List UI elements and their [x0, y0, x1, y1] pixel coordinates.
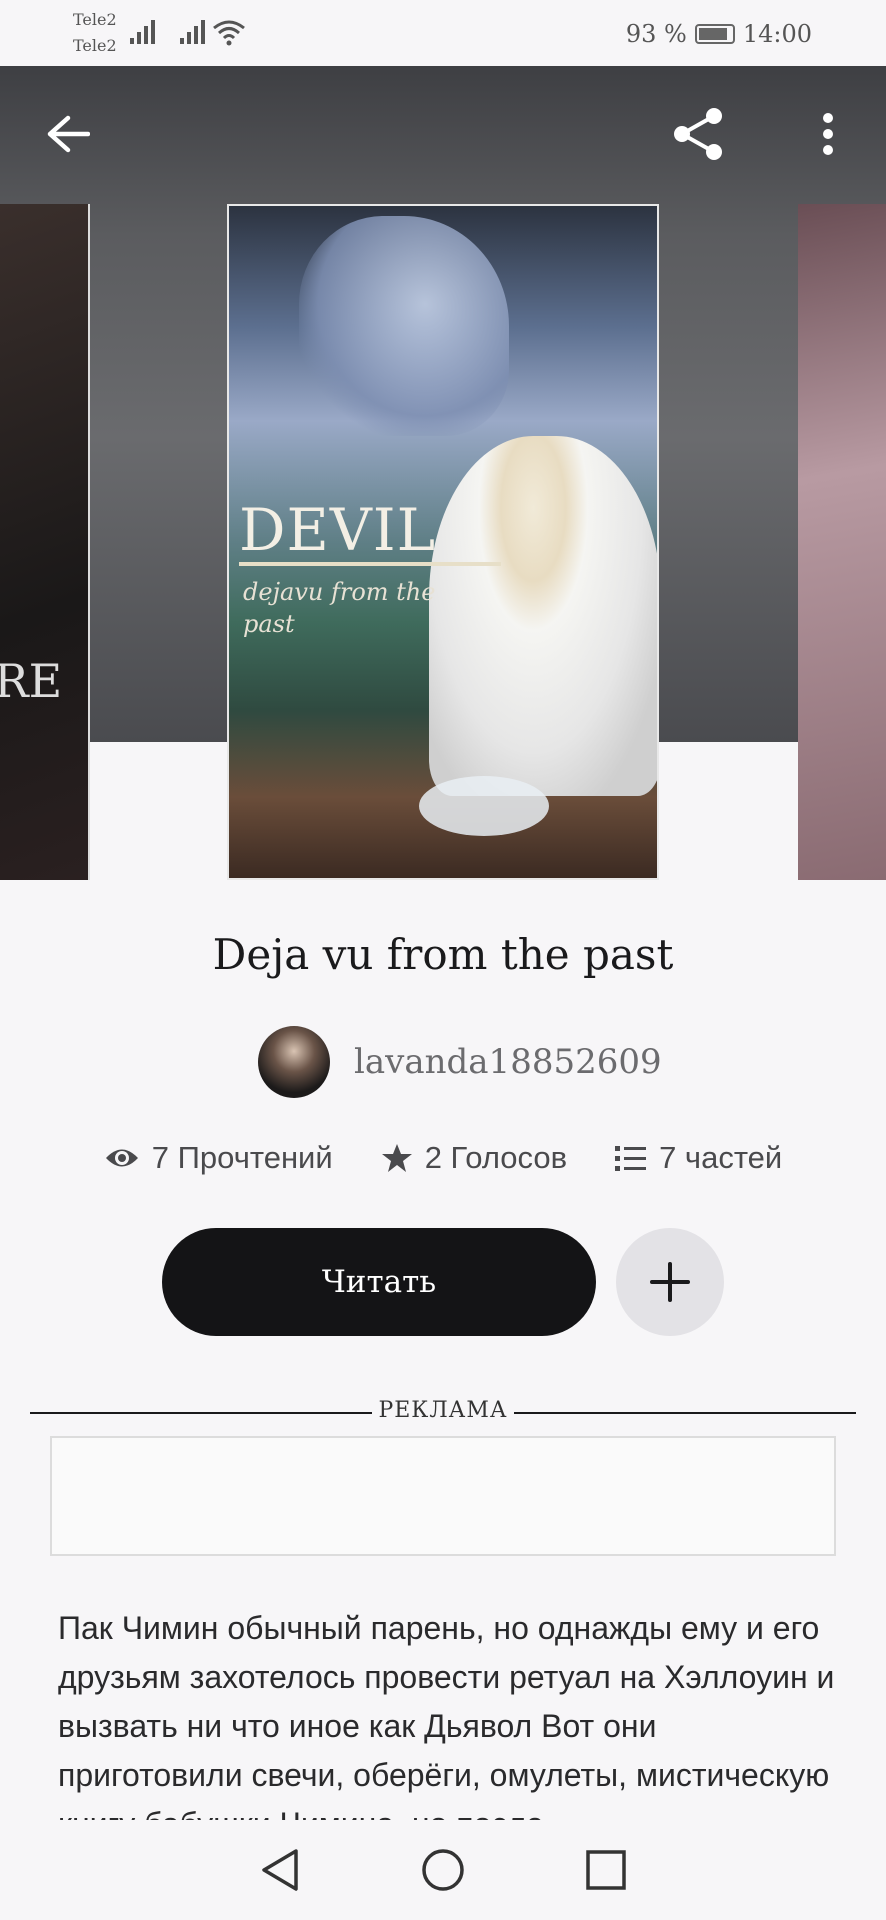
cover-subtitle-art: dejavu from the past — [243, 578, 436, 638]
cover-divider — [239, 562, 501, 566]
battery-icon — [694, 24, 735, 44]
author-link[interactable]: lavanda18852609 — [258, 1026, 662, 1098]
more-vertical-icon — [823, 113, 833, 155]
book-stats: 7 Прочтений 2 Голосов 7 частей — [0, 1140, 886, 1176]
cover-figure — [299, 216, 509, 436]
reads-count: 7 Прочтений — [151, 1140, 333, 1175]
plus-icon — [650, 1262, 690, 1302]
wifi-icon — [213, 20, 245, 46]
arrow-left-icon — [47, 115, 90, 153]
previous-cover-text: RE — [0, 654, 63, 708]
reads-stat: 7 Прочтений — [104, 1140, 333, 1176]
ad-label: РЕКЛАМА — [378, 1398, 508, 1423]
more-options-button[interactable] — [798, 104, 858, 164]
votes-stat: 2 Голосов — [381, 1140, 567, 1176]
cover-cup — [419, 776, 549, 836]
carrier-2: Tele2 — [73, 36, 117, 55]
read-button[interactable]: Читать — [162, 1228, 596, 1336]
cover-title-art: DEVIL — [239, 496, 437, 564]
list-icon — [615, 1146, 647, 1171]
share-icon — [674, 108, 722, 160]
battery-percent: 93 % — [625, 20, 687, 48]
carrier-1: Tele2 — [73, 10, 117, 29]
previous-book-cover[interactable]: RE — [0, 204, 90, 880]
signal-icon — [130, 20, 155, 44]
system-nav-bar — [0, 1820, 886, 1920]
nav-home-icon[interactable] — [420, 1847, 466, 1893]
signal-icon — [180, 20, 205, 44]
nav-recents-icon[interactable] — [584, 1848, 628, 1892]
nav-back-icon[interactable] — [258, 1847, 302, 1893]
next-book-cover[interactable] — [798, 204, 886, 880]
star-icon — [381, 1144, 412, 1172]
ad-banner[interactable] — [50, 1436, 836, 1556]
add-to-library-button[interactable] — [616, 1228, 724, 1336]
eye-icon — [105, 1149, 138, 1167]
parts-stat[interactable]: 7 частей — [615, 1140, 782, 1176]
share-button[interactable] — [668, 104, 728, 164]
ad-divider — [514, 1412, 856, 1414]
parts-count[interactable]: 7 частей — [659, 1140, 782, 1176]
book-title: Deja vu from the past — [212, 930, 674, 979]
book-cover: DEVIL dejavu from the past — [227, 204, 659, 880]
cover-figure — [429, 436, 657, 796]
back-button[interactable] — [38, 104, 98, 164]
clock: 14:00 — [742, 20, 812, 48]
author-name[interactable]: lavanda18852609 — [354, 1042, 662, 1082]
status-right: 93 % 14:00 — [626, 20, 812, 48]
status-bar: Tele2 Tele2 93 % 14:00 — [0, 0, 886, 66]
book-description: Пак Чимин обычный парень, но однажды ему… — [58, 1610, 835, 1820]
votes-count: 2 Голосов — [424, 1140, 568, 1175]
avatar[interactable] — [258, 1026, 330, 1098]
